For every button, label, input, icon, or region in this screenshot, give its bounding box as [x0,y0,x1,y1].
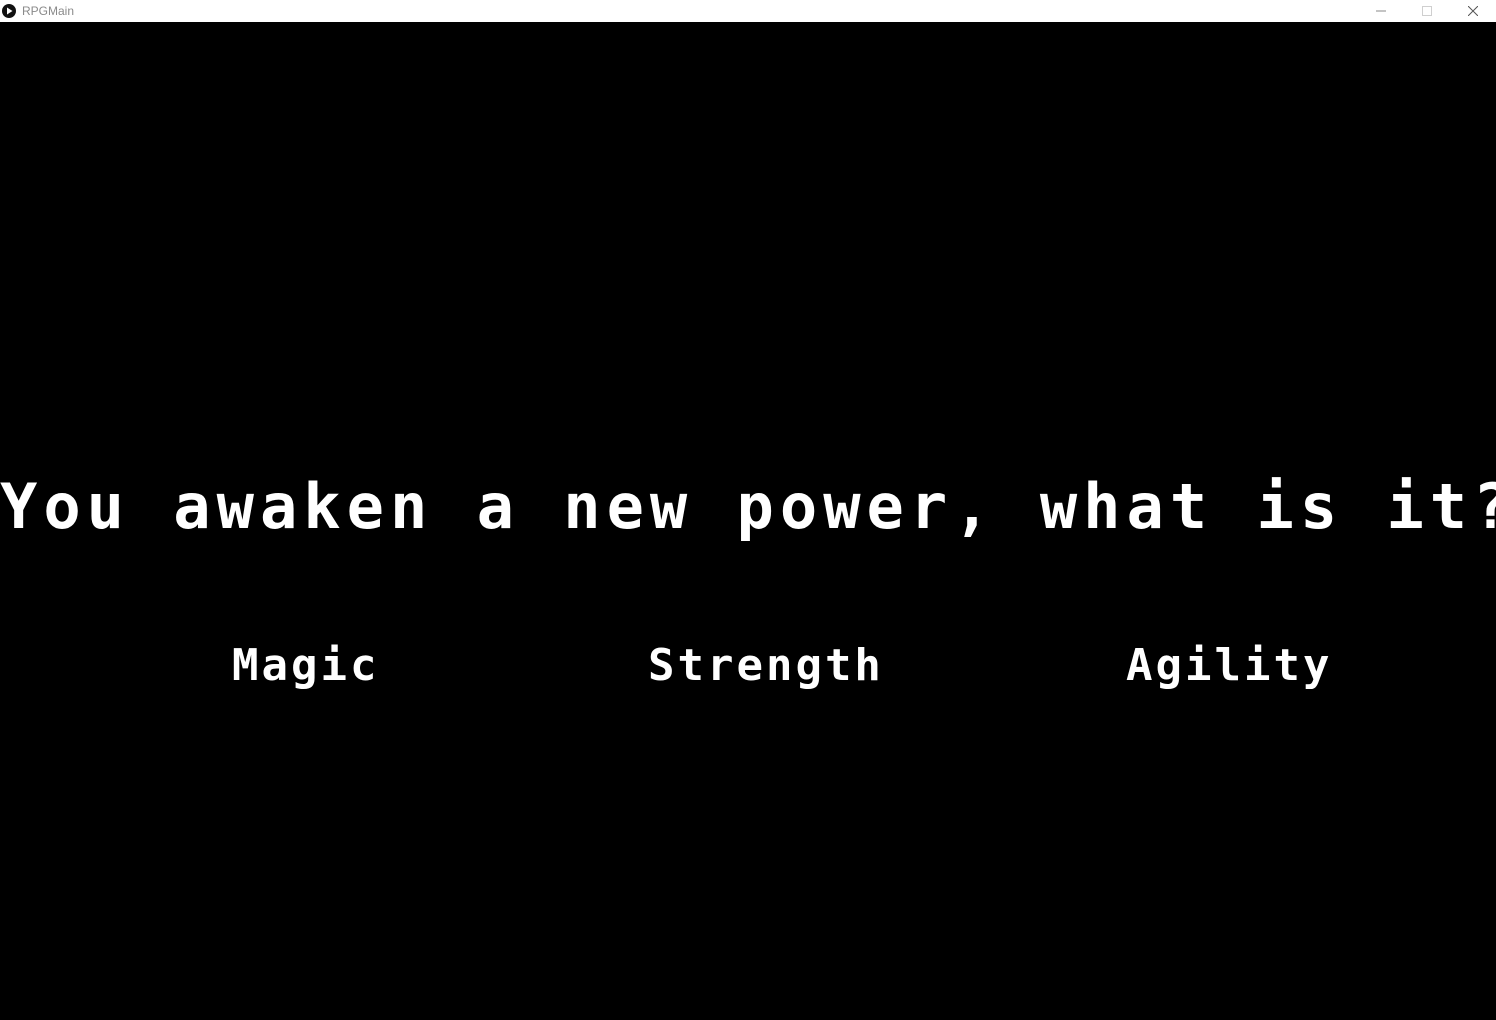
maximize-icon [1422,6,1432,16]
option-agility[interactable]: Agility [1126,640,1332,691]
maximize-button[interactable] [1404,0,1450,22]
title-bar[interactable]: RPGMain [0,0,1496,22]
game-canvas[interactable]: You awaken a new power, what is it? Magi… [0,22,1496,1020]
power-prompt: You awaken a new power, what is it? [0,470,1496,543]
window-title: RPGMain [22,4,75,18]
game-window: RPGMain You awaken a new power, what is [0,0,1496,1020]
minimize-button[interactable] [1358,0,1404,22]
close-button[interactable] [1450,0,1496,22]
close-icon [1468,6,1478,16]
play-icon [1,3,17,19]
option-magic[interactable]: Magic [232,640,379,691]
minimize-icon [1376,10,1386,12]
option-strength[interactable]: Strength [648,640,884,691]
window-controls [1358,0,1496,22]
